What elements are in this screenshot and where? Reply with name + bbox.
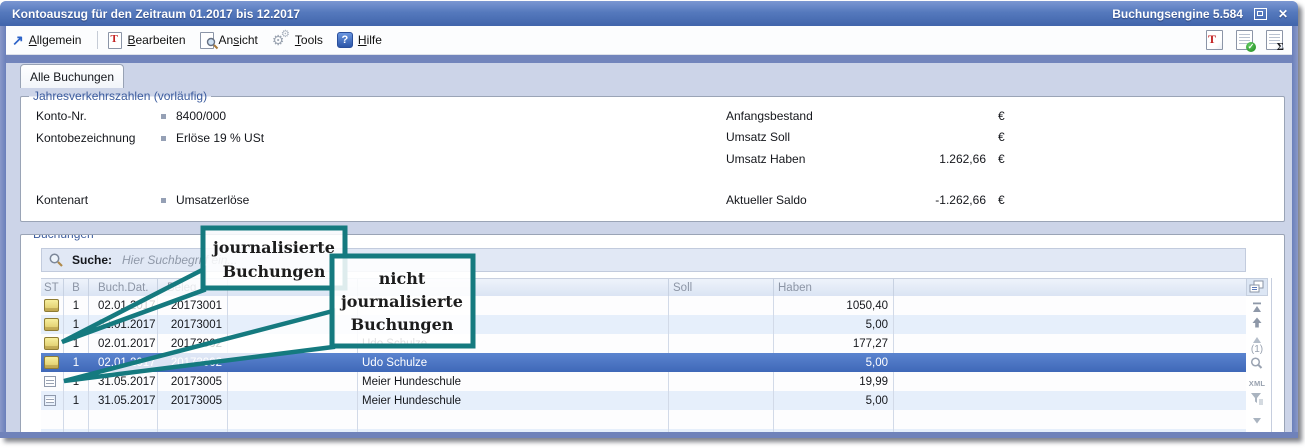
currency-symbol: €: [998, 193, 1005, 207]
magnifier-document-icon: [200, 32, 214, 49]
app-window: Kontoauszug für den Zeitraum 01.2017 bis…: [0, 1, 1298, 438]
edit-document-icon: T: [108, 32, 122, 49]
column-header-haben[interactable]: Haben: [774, 279, 894, 297]
aktueller-saldo-label: Aktueller Saldo: [726, 193, 807, 207]
table-side-toolbar: (1) XML: [1247, 235, 1267, 433]
menu-tools[interactable]: ⚙⚙ Tools: [272, 32, 323, 48]
side-toolbar-separator: [1271, 278, 1272, 433]
column-header-st[interactable]: ST: [41, 279, 64, 297]
column-header-b[interactable]: B: [64, 279, 89, 297]
window-band: [0, 55, 1298, 63]
document-sum-icon[interactable]: Σ: [1266, 30, 1283, 50]
edit-document-icon[interactable]: T: [1206, 30, 1223, 50]
menu-hilfe[interactable]: ? Hilfe: [337, 32, 382, 48]
umsatz-soll-label: Umsatz Soll: [726, 130, 790, 144]
search-input[interactable]: [120, 252, 1245, 268]
jump-top-icon[interactable]: [1247, 301, 1267, 317]
kontenart-label: Kontenart: [36, 193, 88, 207]
table-row[interactable]: 1 31.05.2017 20173005 Meier Hundeschule …: [41, 391, 1246, 410]
aktueller-saldo-value: -1.262,66: [826, 193, 986, 207]
empty-row: [41, 410, 1246, 429]
column-header-soll[interactable]: Soll: [669, 279, 774, 297]
gears-icon: ⚙⚙: [272, 32, 290, 48]
currency-symbol: €: [998, 109, 1005, 123]
menubar: ↗ Allgemein T Bearbeiten Ansicht ⚙⚙ Tool…: [0, 26, 1298, 55]
unjournalized-icon: [44, 395, 56, 406]
anfangsbestand-label: Anfangsbestand: [726, 109, 813, 123]
search-label: Suche:: [72, 253, 112, 267]
bookings-legend: Buchungen: [29, 234, 98, 242]
filter-icon[interactable]: [1247, 391, 1267, 407]
konto-nr-value: 8400/000: [176, 109, 226, 123]
column-header-date[interactable]: Buch.Dat.: [89, 279, 158, 297]
titlebar: Kontoauszug für den Zeitraum 01.2017 bis…: [0, 1, 1298, 26]
table-row[interactable]: 1 02.01.2017 20173001 5,00: [41, 315, 1246, 334]
currency-symbol: €: [998, 130, 1005, 144]
column-header-text[interactable]: [358, 279, 669, 297]
journalized-icon: [44, 337, 59, 350]
restore-window-button[interactable]: [1254, 8, 1267, 20]
summary-legend: Jahresverkehrszahlen (vorläufig): [29, 89, 211, 104]
bullet-icon: [161, 114, 166, 119]
menu-separator: [97, 31, 98, 49]
help-icon: ?: [337, 32, 353, 48]
table-row[interactable]: 1 02.01.2017 20173001 1050,40: [41, 296, 1246, 315]
umsatz-haben-label: Umsatz Haben: [726, 152, 805, 166]
unjournalized-icon: [44, 376, 56, 387]
menu-allgemein[interactable]: ↗ Allgemein: [12, 33, 81, 47]
kontenart-value: Umsatzerlöse: [176, 193, 249, 207]
kontobezeichnung-label: Kontobezeichnung: [36, 131, 135, 145]
summary-groupbox: Jahresverkehrszahlen (vorläufig) Konto-N…: [20, 96, 1285, 222]
column-header-beleg[interactable]: Beleg: [158, 279, 228, 297]
table-row[interactable]: 1 31.05.2017 20173005 Meier Hundeschule …: [41, 372, 1246, 391]
bullet-icon: [161, 136, 166, 141]
table-row-selected[interactable]: 1 02.01.2017 20173002 Udo Schulze 5,00: [41, 353, 1246, 372]
konto-nr-label: Konto-Nr.: [36, 109, 87, 123]
journalized-icon: [44, 299, 59, 312]
journalized-icon: [44, 356, 59, 369]
window-border-left: [0, 26, 6, 433]
bookings-groupbox: Buchungen Suche: ST B Buch.Dat. Beleg So…: [20, 234, 1285, 434]
currency-symbol: €: [998, 152, 1005, 166]
tab-alle-buchungen[interactable]: Alle Buchungen: [20, 64, 124, 88]
app-version-label: Buchungsengine 5.584: [1112, 7, 1243, 21]
menu-bearbeiten[interactable]: T Bearbeiten: [108, 32, 185, 49]
column-header-filler: [894, 279, 1246, 297]
window-border-bottom: [0, 432, 1298, 438]
search-bar: Suche:: [41, 248, 1246, 272]
kontobezeichnung-value: Erlöse 19 % USt: [176, 131, 264, 145]
close-window-button[interactable]: ✕: [1278, 7, 1288, 21]
search-icon: [48, 252, 64, 268]
table-header: ST B Buch.Dat. Beleg Soll Haben: [41, 278, 1246, 298]
triangle-down-icon[interactable]: [1247, 413, 1267, 429]
table-row[interactable]: 1 02.01.2017 20173002 Udo Schulze 177,27: [41, 334, 1246, 353]
window-title: Kontoauszug für den Zeitraum 01.2017 bis…: [0, 7, 300, 21]
column-header-empty[interactable]: [228, 279, 358, 297]
arrow-up-right-icon: ↗: [12, 33, 24, 47]
menu-ansicht[interactable]: Ansicht: [200, 32, 258, 49]
magnifier-icon[interactable]: [1247, 356, 1267, 372]
window-border-right: [1292, 26, 1298, 433]
journalized-icon: [44, 318, 59, 331]
arrow-up-icon[interactable]: [1247, 316, 1267, 332]
document-check-icon[interactable]: ✓: [1236, 30, 1253, 50]
bullet-icon: [161, 198, 166, 203]
umsatz-haben-value: 1.262,66: [826, 152, 986, 166]
